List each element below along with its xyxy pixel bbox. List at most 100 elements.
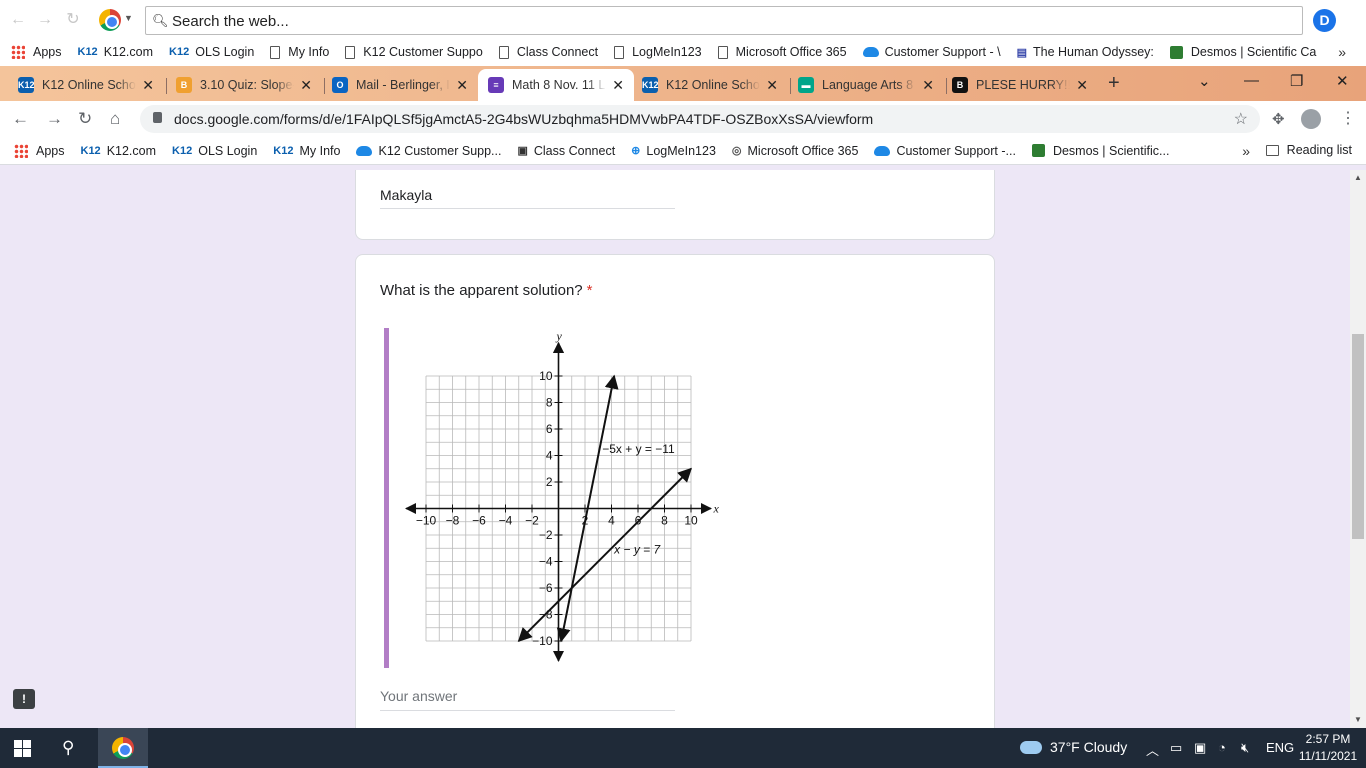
reading-list-button[interactable]: Reading list	[1265, 143, 1352, 157]
taskbar-search-icon[interactable]: ⚲	[62, 738, 74, 758]
close-tab-icon[interactable]: ✕	[300, 77, 312, 94]
scrollbar-thumb[interactable]	[1352, 334, 1364, 539]
bookmark-2[interactable]: K12 OLS Login	[172, 144, 257, 158]
bookmark-9[interactable]: ▤ The Human Odyssey:	[1017, 45, 1154, 59]
menu-icon[interactable]: ⋮	[1340, 108, 1356, 128]
browser-tab[interactable]: B 3.10 Quiz: Slope- ✕	[166, 69, 322, 101]
image-accent-bar	[384, 328, 389, 668]
bookmark-0[interactable]: Apps	[14, 143, 65, 158]
outer-reload-icon[interactable]: ↻	[64, 11, 82, 29]
previous-answer-value[interactable]: Makayla	[380, 187, 432, 203]
new-tab-button[interactable]: +	[1108, 72, 1120, 95]
bookmark-6[interactable]: ⊕ LogMeIn123	[631, 144, 716, 158]
close-window-icon[interactable]: ✕	[1336, 72, 1349, 90]
bookmarks-bar: Apps K12 K12.com K12 OLS Login K12 My Info K12 …	[0, 137, 1366, 165]
battery-icon[interactable]: ▭	[1170, 740, 1182, 756]
close-tab-icon[interactable]: ✕	[142, 77, 154, 94]
tab-search-icon[interactable]: ⌄	[1198, 72, 1211, 90]
question-image: −10−8−6−4−2246810108642−2−4−6−8−10 y x −…	[384, 328, 729, 668]
browser-tab[interactable]: O Mail - Berlinger, I ✕	[322, 69, 478, 101]
bookmark-8[interactable]: Customer Support -...	[874, 144, 1016, 158]
minimize-icon[interactable]: —	[1244, 72, 1259, 89]
previous-question-card: Makayla	[355, 170, 995, 240]
back-icon[interactable]: ←	[12, 109, 29, 129]
tab-title: Math 8 Nov. 11 L	[512, 78, 606, 92]
volume-muted-icon[interactable]: 🔇︎	[1241, 740, 1249, 756]
forward-icon[interactable]: →	[46, 109, 63, 129]
extensions-icon[interactable]: ✥	[1272, 110, 1285, 128]
bookmark-1[interactable]: K12 K12.com	[78, 45, 154, 59]
taskbar-chrome-button[interactable]	[98, 728, 148, 768]
profile-icon[interactable]	[1301, 109, 1321, 129]
bookmark-0[interactable]: Apps	[11, 45, 62, 59]
x-tick-label: 10	[684, 514, 698, 528]
inner-bookmarks-overflow-icon[interactable]: »	[1242, 143, 1250, 159]
bookmark-2[interactable]: K12 OLS Login	[169, 45, 254, 59]
outer-back-icon[interactable]: ←	[9, 11, 27, 29]
bookmark-3[interactable]: K12 My Info	[273, 144, 340, 158]
bookmark-label: Apps	[33, 45, 62, 59]
answer-input[interactable]: Your answer	[380, 688, 457, 704]
lock-icon[interactable]	[153, 112, 162, 123]
y-tick-label: 4	[546, 449, 553, 463]
line2-equation-label: x − y = 7	[613, 543, 661, 557]
browser-tab[interactable]: K12 K12 Online Schoo ✕	[632, 69, 788, 101]
bookmark-star-icon[interactable]: ☆	[1234, 109, 1248, 129]
bookmark-9[interactable]: Desmos | Scientific...	[1031, 144, 1169, 158]
web-search-input[interactable]: 🔍︎ Search the web...	[145, 6, 1303, 35]
page-icon	[345, 45, 356, 59]
restore-icon[interactable]: ❐	[1290, 72, 1303, 90]
k12-icon: K12	[273, 144, 294, 157]
reload-icon[interactable]: ↻	[78, 109, 92, 129]
bookmark-4[interactable]: K12 Customer Supp...	[356, 144, 501, 158]
tab-favicon-icon: ≡	[488, 77, 504, 93]
bookmark-label: K12.com	[106, 143, 157, 158]
address-bar[interactable]: docs.google.com/forms/d/e/1FAIpQLSf5jgAm…	[140, 105, 1260, 133]
bookmark-1[interactable]: K12 K12.com	[81, 144, 157, 158]
chevron-down-icon[interactable]: ▼	[124, 13, 133, 23]
graph-axes	[405, 341, 712, 662]
windows-start-icon[interactable]	[14, 740, 31, 757]
close-tab-icon[interactable]: ✕	[456, 77, 468, 94]
page-scrollbar[interactable]: ▲ ▼	[1350, 170, 1366, 728]
bookmark-label: Microsoft Office 365	[747, 143, 859, 158]
chrome-logo-icon[interactable]	[99, 9, 121, 31]
wifi-icon[interactable]: ◔	[1218, 740, 1226, 755]
bookmarks-overflow-icon[interactable]: »	[1338, 44, 1346, 60]
bookmark-5[interactable]: ▣ Class Connect	[517, 144, 615, 158]
taskbar-clock[interactable]: 2:57 PM 11/11/2021	[1295, 731, 1361, 765]
clock-date: 11/11/2021	[1298, 749, 1358, 763]
bookmark-8[interactable]: Customer Support - \	[862, 45, 1001, 59]
close-tab-icon[interactable]: ✕	[1076, 77, 1088, 94]
feedback-icon[interactable]: !	[13, 689, 35, 709]
profile-avatar[interactable]: D	[1313, 9, 1336, 32]
display-icon[interactable]: ▣	[1194, 740, 1206, 756]
taskbar: ⚲ 37°F Cloudy ︿ ▭ ▣ ◔ 🔇︎ ENG 2:57 PM 11/…	[0, 728, 1366, 768]
browser-tab[interactable]: B PLESE HURRY!!! ✕	[942, 69, 1098, 101]
bookmark-5[interactable]: Class Connect	[498, 45, 598, 59]
bookmark-3[interactable]: My Info	[270, 45, 329, 59]
chrome-icon	[112, 737, 134, 759]
browser-tab[interactable]: ≡ Math 8 Nov. 11 L ✕	[478, 69, 634, 101]
salesforce-cloud-icon	[356, 145, 373, 156]
scroll-up-icon[interactable]: ▲	[1354, 173, 1362, 182]
bookmark-7[interactable]: ◎ Microsoft Office 365	[732, 144, 859, 158]
outer-forward-icon[interactable]: →	[36, 11, 54, 29]
tray-chevron-icon[interactable]: ︿	[1146, 740, 1159, 759]
weather-widget[interactable]: 37°F Cloudy	[1020, 739, 1127, 755]
tab-title: K12 Online Schoo	[666, 78, 761, 92]
bookmark-10[interactable]: Desmos | Scientific Ca	[1169, 45, 1316, 59]
scroll-down-icon[interactable]: ▼	[1354, 715, 1362, 724]
close-tab-icon[interactable]: ✕	[922, 77, 934, 94]
bookmark-6[interactable]: LogMeIn123	[614, 45, 702, 59]
previous-answer-underline	[380, 208, 675, 209]
close-tab-icon[interactable]: ✕	[766, 77, 778, 94]
bookmark-label: My Info	[299, 143, 341, 158]
language-indicator[interactable]: ENG	[1266, 740, 1294, 755]
home-icon[interactable]: ⌂	[110, 109, 120, 129]
browser-tab[interactable]: ▬ Language Arts 8 ✕	[788, 69, 944, 101]
bookmark-4[interactable]: K12 Customer Suppo	[345, 45, 483, 59]
close-tab-icon[interactable]: ✕	[612, 77, 624, 94]
bookmark-7[interactable]: Microsoft Office 365	[717, 45, 847, 59]
browser-tab[interactable]: K12 K12 Online Schoo ✕	[8, 69, 164, 101]
